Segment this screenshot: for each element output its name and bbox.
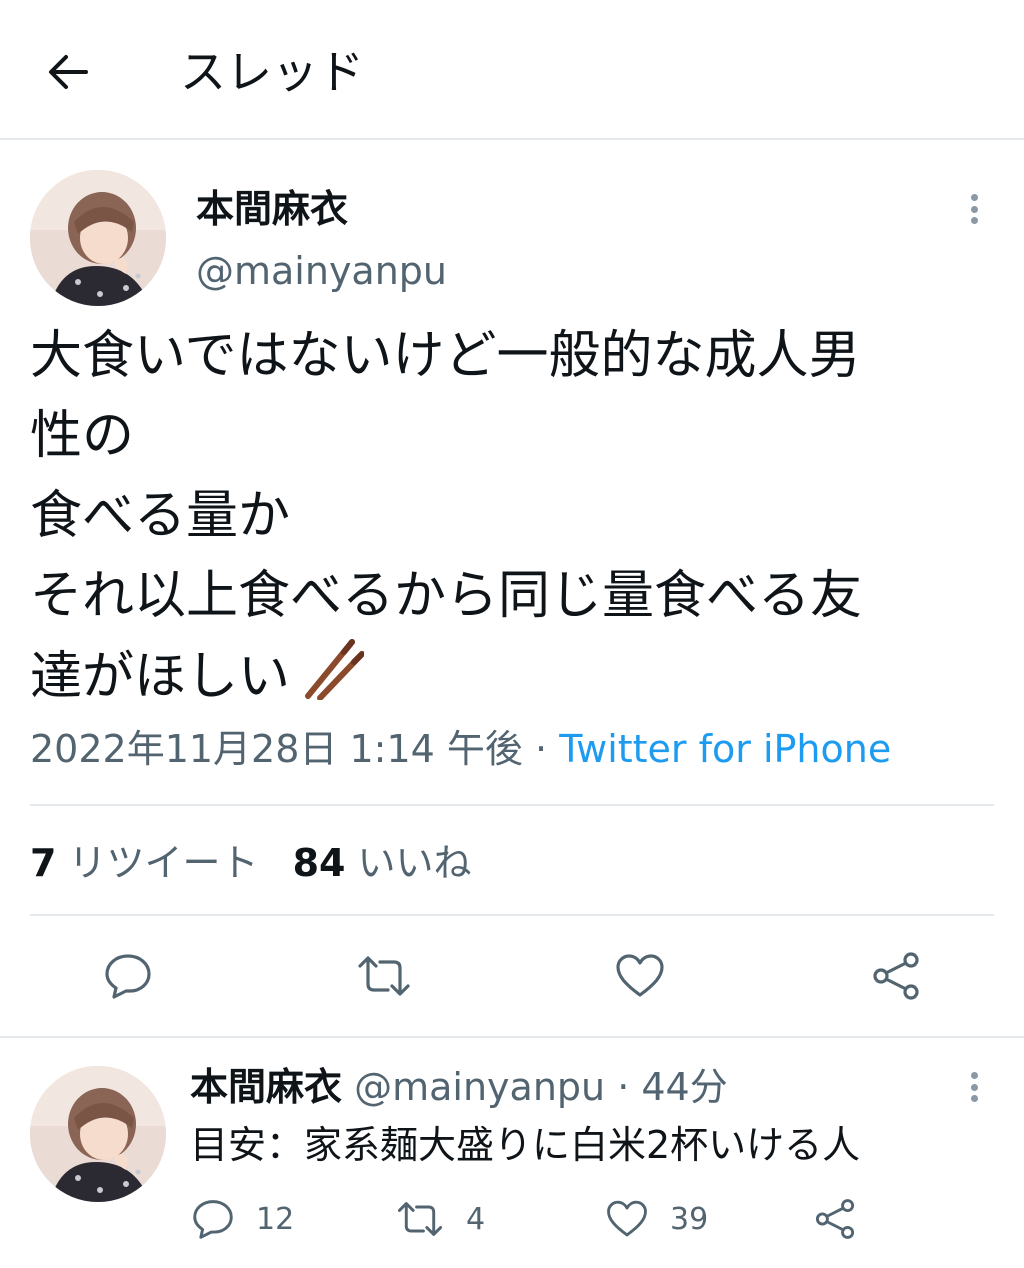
divider <box>30 914 994 916</box>
chopsticks-icon <box>305 639 366 701</box>
reply-author-handle[interactable]: @mainyanpu <box>354 1065 605 1109</box>
back-button[interactable] <box>40 44 96 100</box>
reply-more-button[interactable] <box>968 1072 980 1102</box>
share-button[interactable] <box>866 946 926 1006</box>
likes-label[interactable]: いいね <box>358 841 472 885</box>
reply-button[interactable] <box>98 946 158 1006</box>
tweet-source[interactable]: Twitter for iPhone <box>559 727 891 771</box>
like-button[interactable] <box>610 946 670 1006</box>
more-button[interactable] <box>968 194 980 224</box>
reply-count: 12 <box>256 1201 295 1237</box>
reply-reply-button[interactable]: 12 <box>192 1196 294 1242</box>
tweet-text: 大食いではないけど一般的な成人男 性の 食べる量か それ以上食べるから同じ量食べ… <box>30 326 863 707</box>
like-icon <box>607 1200 647 1237</box>
page-title: スレッド <box>180 45 364 99</box>
retweets-count[interactable]: 7 <box>30 841 56 885</box>
reply-text: 目安：家系麺大盛りに白米2杯いける人 <box>190 1123 861 1167</box>
retweet-count: 4 <box>466 1201 486 1237</box>
thread-header <box>0 0 1024 140</box>
likes-count[interactable]: 84 <box>293 841 346 885</box>
reply-time[interactable]: · 44分 <box>617 1065 728 1109</box>
retweet-icon <box>397 1202 443 1236</box>
author-handle[interactable]: @mainyanpu <box>196 246 447 296</box>
like-count: 39 <box>670 1201 709 1237</box>
more-icon <box>970 194 978 201</box>
more-icon <box>970 1072 978 1079</box>
meta-separator: · <box>535 727 548 771</box>
reply-icon <box>105 954 151 999</box>
tweet-meta: 2022年11月28日 1:14 午後 · Twitter for iPhone <box>30 722 891 776</box>
back-arrow-icon <box>49 55 88 89</box>
tweet-date[interactable]: 2022年11月28日 1:14 午後 <box>30 727 523 771</box>
avatar[interactable] <box>30 170 166 306</box>
reply-retweet-button[interactable]: 4 <box>396 1196 485 1242</box>
retweet-icon <box>358 956 410 996</box>
author-name[interactable]: 本間麻衣 <box>196 184 348 234</box>
like-icon <box>616 954 664 997</box>
divider <box>0 1036 1024 1038</box>
share-icon <box>873 952 919 1000</box>
reply-share-button[interactable] <box>814 1196 856 1242</box>
reply-avatar[interactable] <box>30 1066 166 1202</box>
reply-icon <box>193 1200 233 1239</box>
divider <box>30 804 994 806</box>
reply-like-button[interactable]: 39 <box>606 1196 708 1242</box>
reply-author-name[interactable]: 本間麻衣 <box>190 1065 342 1109</box>
retweets-label[interactable]: リツイート <box>69 841 259 885</box>
tweet-stats: 7 リツイート 84 いいね <box>30 836 472 890</box>
reply-header: 本間麻衣 @mainyanpu · 44分 <box>190 1062 728 1112</box>
retweet-button[interactable] <box>352 946 416 1006</box>
share-icon <box>815 1199 855 1239</box>
